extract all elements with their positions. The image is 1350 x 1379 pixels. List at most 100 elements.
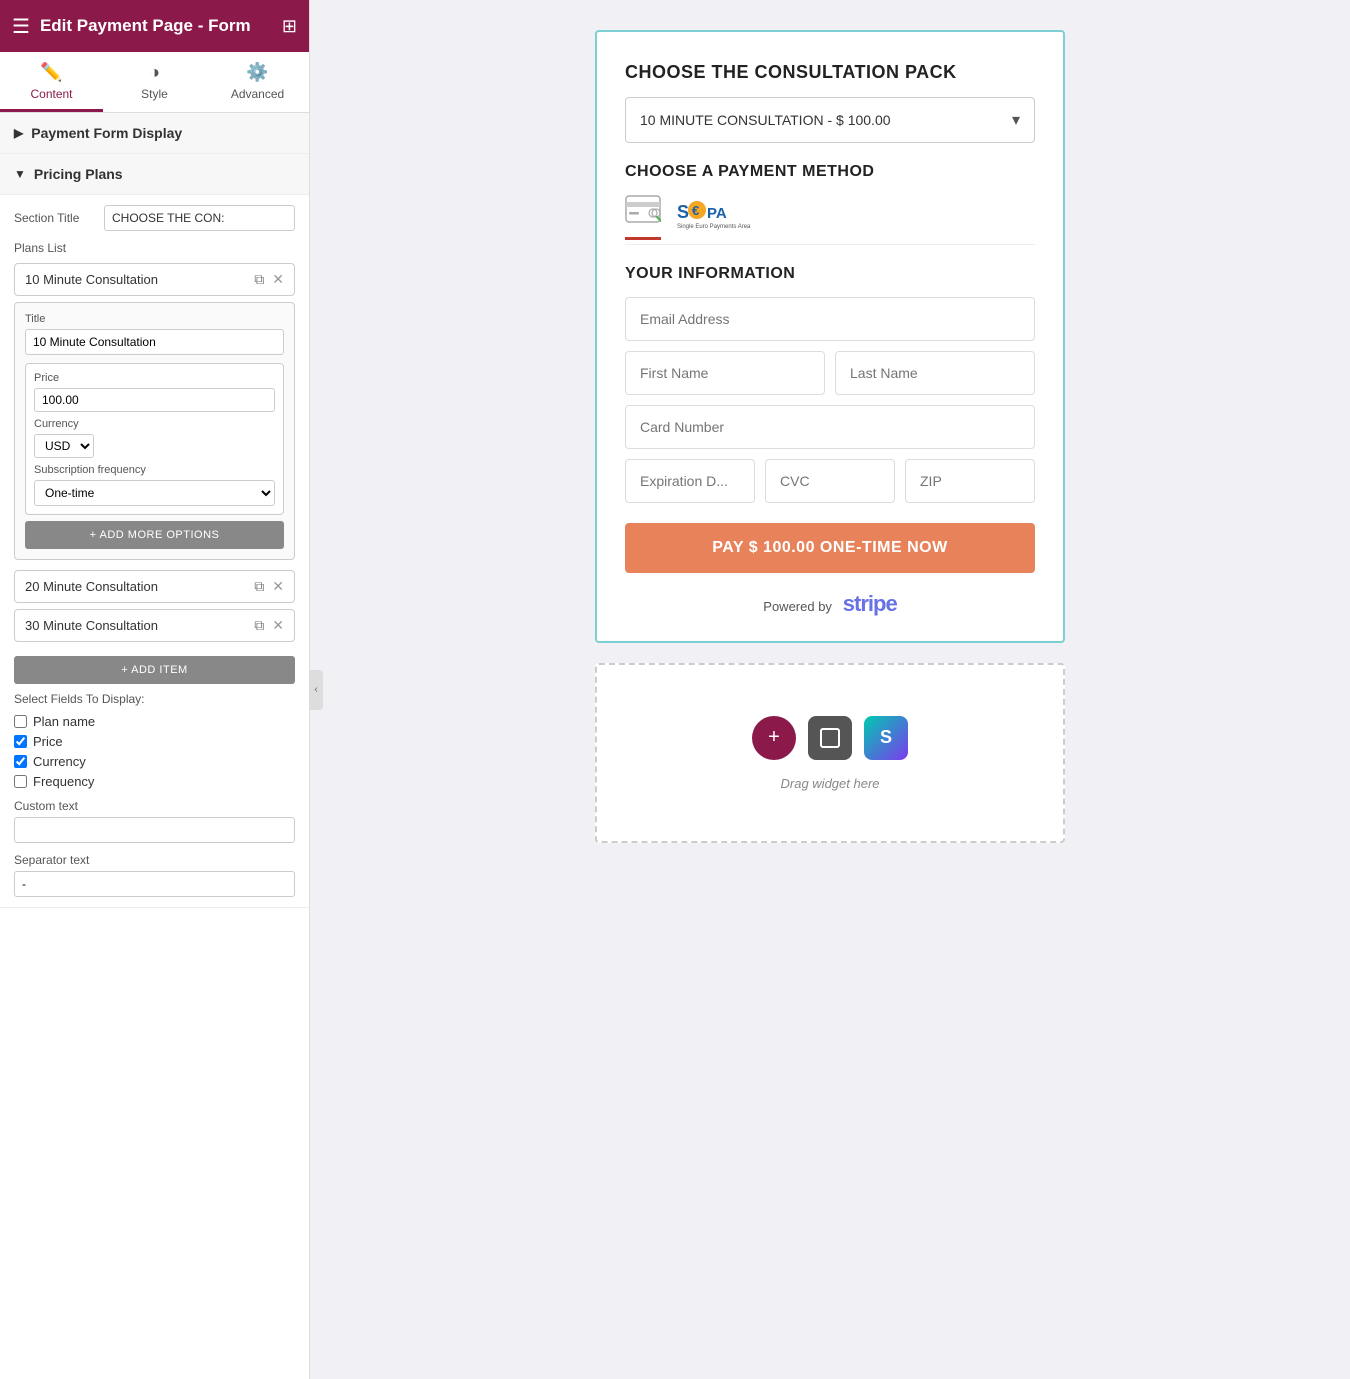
drag-area: + S Drag widget here	[595, 663, 1065, 843]
price-label: Price	[34, 372, 275, 384]
tab-style-label: Style	[141, 87, 168, 101]
price-currency-box: Price Currency USD EUR GBP Subscription …	[25, 363, 284, 515]
checkbox-plan-name: Plan name	[14, 714, 295, 729]
cvc-field[interactable]	[765, 459, 895, 503]
payment-form-arrow: ▶	[14, 126, 23, 140]
plan-2-name: 20 Minute Consultation	[25, 579, 246, 594]
left-panel: ☰ Edit Payment Page - Form ⊞ ✏️ Content …	[0, 0, 310, 1379]
email-field[interactable]	[625, 297, 1035, 341]
separator-text-input[interactable]	[14, 871, 295, 897]
subscription-row: Subscription frequency One-time Monthly …	[34, 464, 275, 506]
checkbox-frequency: Frequency	[14, 774, 295, 789]
section-payment-form-display[interactable]: ▶ Payment Form Display	[0, 113, 309, 154]
checkbox-currency: Currency	[14, 754, 295, 769]
svg-text:€: €	[692, 203, 699, 218]
collapse-handle[interactable]: ‹	[309, 670, 323, 710]
price-input[interactable]	[34, 388, 275, 412]
payment-method-title: CHOOSE A PAYMENT METHOD	[625, 163, 1035, 181]
plan-item-2[interactable]: 20 Minute Consultation ⧉ ✕	[14, 570, 295, 603]
plan-item-3[interactable]: 30 Minute Consultation ⧉ ✕	[14, 609, 295, 642]
expiry-field[interactable]	[625, 459, 755, 503]
powered-by-text: Powered by	[763, 599, 832, 614]
plan-2-copy-icon[interactable]: ⧉	[254, 578, 264, 595]
payment-methods-row: S € PA Single Euro Payments Area	[625, 195, 1035, 245]
plan-1-name: 10 Minute Consultation	[25, 272, 246, 287]
plan-detail-box: Title Price Currency USD EUR GBP	[14, 302, 295, 560]
consultation-select-text: 10 MINUTE CONSULTATION - $ 100.00	[640, 112, 891, 128]
plan-name-checkbox[interactable]	[14, 715, 27, 728]
zip-field[interactable]	[905, 459, 1035, 503]
checkbox-price: Price	[14, 734, 295, 749]
plan-1-delete-icon[interactable]: ✕	[272, 271, 284, 288]
custom-text-label: Custom text	[14, 799, 295, 813]
tabs-bar: ✏️ Content ◑ Style ⚙️ Advanced	[0, 52, 309, 113]
separator-text-label: Separator text	[14, 853, 295, 867]
page-title: Edit Payment Page - Form	[40, 16, 272, 36]
pricing-plans-content: Section Title Plans List 10 Minute Consu…	[0, 195, 309, 908]
card-number-field[interactable]	[625, 405, 1035, 449]
panel-content: ▶ Payment Form Display ▼ Pricing Plans S…	[0, 113, 309, 1379]
custom-text-input[interactable]	[14, 817, 295, 843]
plan-title-input[interactable]	[25, 329, 284, 355]
section-pricing-plans[interactable]: ▼ Pricing Plans	[0, 154, 309, 195]
frequency-checkbox[interactable]	[14, 775, 27, 788]
style-tab-icon: ◑	[149, 62, 160, 83]
section-title-input[interactable]	[104, 205, 295, 231]
sepa-logo: S € PA Single Euro Payments Area	[675, 196, 755, 232]
plan-3-name: 30 Minute Consultation	[25, 618, 246, 633]
consultation-select[interactable]: 10 MINUTE CONSULTATION - $ 100.00 ▾	[625, 97, 1035, 143]
plan-name-checkbox-label: Plan name	[33, 714, 95, 729]
add-more-options-button[interactable]: + ADD MORE OPTIONS	[25, 521, 284, 549]
square-widget-button[interactable]	[808, 716, 852, 760]
top-bar: ☰ Edit Payment Page - Form ⊞	[0, 0, 309, 52]
currency-row: Currency USD EUR GBP	[34, 418, 275, 458]
add-widget-button[interactable]: +	[752, 716, 796, 760]
pay-button[interactable]: PAY $ 100.00 ONE-TIME NOW	[625, 523, 1035, 573]
grid-icon[interactable]: ⊞	[282, 16, 297, 37]
add-item-button[interactable]: + ADD ITEM	[14, 656, 295, 684]
tab-style[interactable]: ◑ Style	[103, 52, 206, 112]
widget-buttons: + S	[752, 716, 908, 760]
plan-3-delete-icon[interactable]: ✕	[272, 617, 284, 634]
pricing-plans-label: Pricing Plans	[34, 166, 123, 182]
consultation-title: CHOOSE THE CONSULTATION PACK	[625, 62, 1035, 83]
pricing-plans-arrow: ▼	[14, 167, 26, 181]
select-fields-label: Select Fields To Display:	[14, 692, 295, 706]
plan-3-copy-icon[interactable]: ⧉	[254, 617, 264, 634]
subscription-select[interactable]: One-time Monthly Yearly	[34, 480, 275, 506]
frequency-checkbox-label: Frequency	[33, 774, 94, 789]
powered-by: Powered by stripe	[625, 591, 1035, 617]
currency-label: Currency	[34, 418, 275, 430]
first-name-field[interactable]	[625, 351, 825, 395]
plan-1-copy-icon[interactable]: ⧉	[254, 271, 264, 288]
plan-item-1[interactable]: 10 Minute Consultation ⧉ ✕	[14, 263, 295, 296]
tab-advanced[interactable]: ⚙️ Advanced	[206, 52, 309, 112]
pm-tab-card[interactable]	[625, 195, 661, 240]
svg-text:Single Euro Payments Area: Single Euro Payments Area	[677, 224, 751, 230]
s-widget-button[interactable]: S	[864, 716, 908, 760]
price-checkbox[interactable]	[14, 735, 27, 748]
card-details-row	[625, 459, 1035, 503]
title-label: Title	[25, 313, 284, 325]
currency-checkbox[interactable]	[14, 755, 27, 768]
section-title-row: Section Title	[14, 205, 295, 231]
tab-content[interactable]: ✏️ Content	[0, 52, 103, 112]
info-title: YOUR INFORMATION	[625, 265, 1035, 283]
currency-select[interactable]: USD EUR GBP	[34, 434, 94, 458]
currency-checkbox-label: Currency	[33, 754, 86, 769]
section-title-label: Section Title	[14, 211, 104, 225]
right-panel: CHOOSE THE CONSULTATION PACK 10 MINUTE C…	[310, 0, 1350, 1379]
subscription-label: Subscription frequency	[34, 464, 275, 476]
drag-text: Drag widget here	[781, 776, 880, 791]
price-row: Price	[34, 372, 275, 412]
name-row	[625, 351, 1035, 395]
plan-2-delete-icon[interactable]: ✕	[272, 578, 284, 595]
pm-tab-sepa[interactable]: S € PA Single Euro Payments Area	[675, 195, 755, 240]
hamburger-icon[interactable]: ☰	[12, 14, 30, 39]
svg-text:PA: PA	[707, 205, 727, 222]
tab-advanced-label: Advanced	[231, 87, 284, 101]
last-name-field[interactable]	[835, 351, 1035, 395]
plans-list-label: Plans List	[14, 241, 295, 255]
stripe-logo: stripe	[843, 591, 897, 616]
tab-content-label: Content	[30, 87, 72, 101]
